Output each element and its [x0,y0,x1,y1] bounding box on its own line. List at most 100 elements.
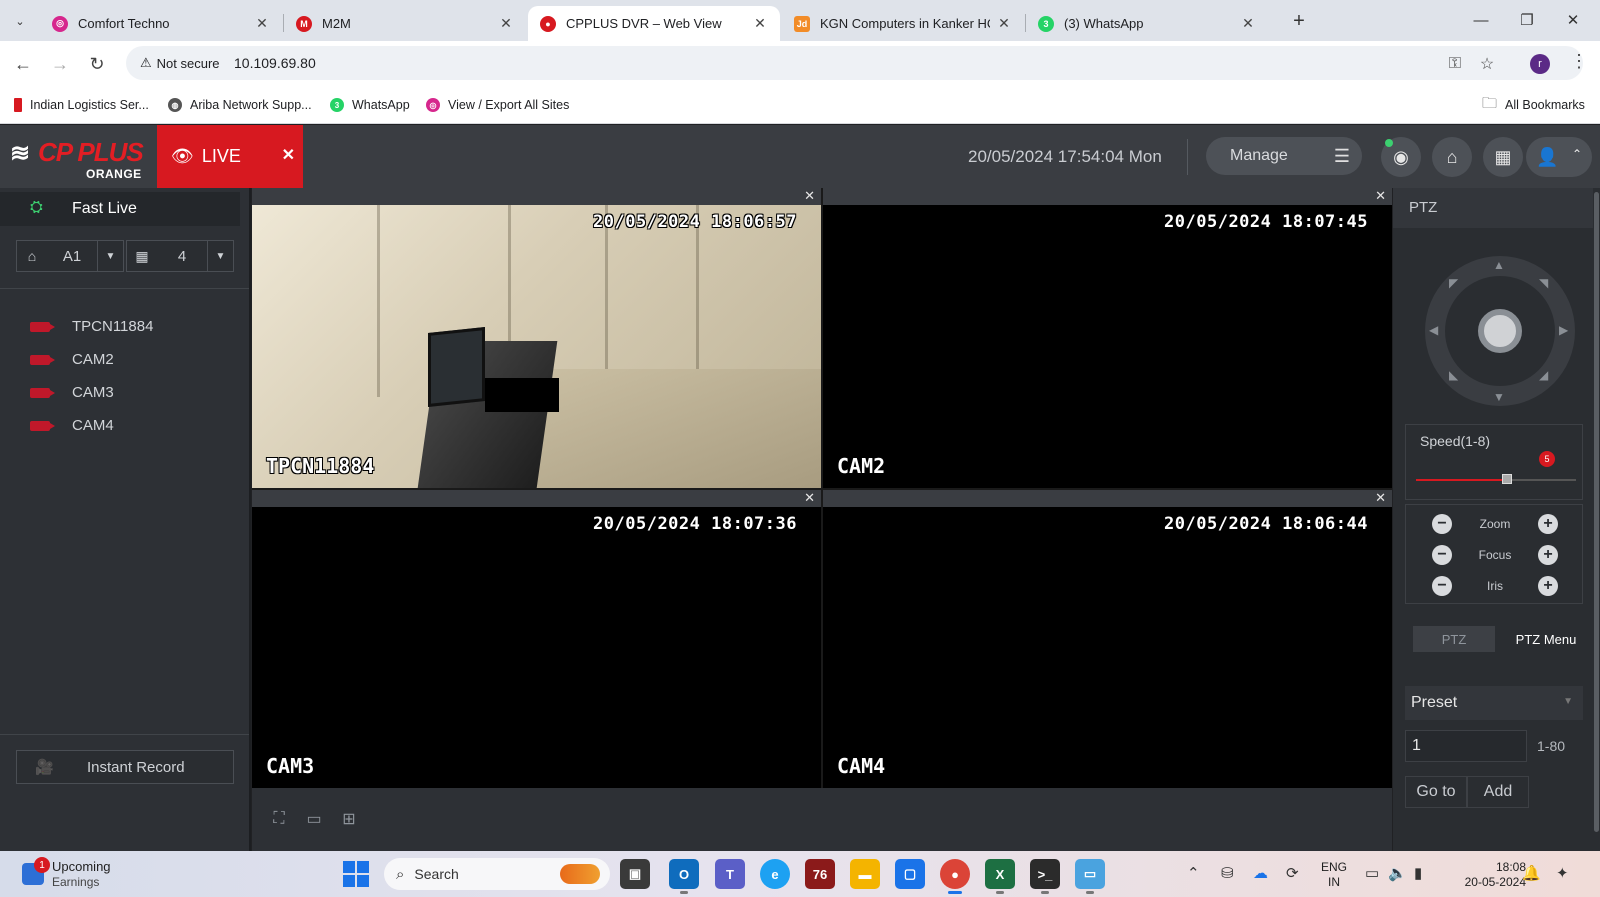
reload-button[interactable]: ↻ [84,51,110,77]
excel-icon[interactable]: X [985,859,1015,894]
video-cell-4[interactable]: ✕ 20/05/2024 18:06:44 CAM4 [823,490,1392,788]
tab-kgn-computers[interactable]: Jd KGN Computers in Kanker HO,K ✕ [782,6,1024,41]
widgets-button[interactable]: 1 Upcoming Earnings [22,857,162,891]
pan-left-icon[interactable]: ◀ [1429,323,1438,337]
chevron-down-icon[interactable]: ▼ [97,241,123,271]
bookmark-indian-logistics[interactable]: Indian Logistics Ser... [14,96,149,114]
tally-icon[interactable]: 76 [805,859,835,889]
minimize-button[interactable]: — [1458,6,1504,34]
preset-select[interactable]: Preset ▼ [1405,686,1583,720]
tab-whatsapp[interactable]: 3 (3) WhatsApp ✕ [1026,6,1268,41]
close-tab-icon[interactable]: ✕ [1240,15,1256,32]
goto-preset-button[interactable]: Go to [1405,776,1467,808]
all-bookmarks[interactable]: 🗀 All Bookmarks [1482,95,1585,114]
back-button[interactable]: ← [10,51,36,77]
volume-icon[interactable]: 🔈 [1388,864,1407,882]
bookmark-view-export[interactable]: ◎ View / Export All Sites [426,96,569,114]
device-item[interactable]: CAM3 [30,376,240,409]
browser-menu-icon[interactable]: ⋮ [1570,51,1588,72]
close-tab-icon[interactable]: ✕ [498,15,514,32]
new-tab-button[interactable]: + [1287,9,1311,33]
chevron-up-icon[interactable]: ⌃ [1187,864,1200,882]
tab-m2m[interactable]: M M2M ✕ [284,6,526,41]
monitor-icon[interactable]: ▭ [1365,864,1379,882]
profile-avatar[interactable]: r [1530,54,1550,74]
bookmark-star-icon[interactable]: ☆ [1476,53,1498,75]
single-view-icon[interactable]: ▭ [303,810,325,828]
home-button[interactable]: ⌂ [1432,137,1472,177]
bookmark-whatsapp[interactable]: 3 WhatsApp [330,96,410,114]
preset-number-input[interactable]: 1 [1405,730,1527,762]
pan-right-icon[interactable]: ▶ [1559,323,1568,337]
iris-plus-button[interactable]: + [1538,576,1558,596]
focus-plus-button[interactable]: + [1538,545,1558,565]
fast-live-header[interactable]: ⛭ Fast Live [0,192,240,226]
device-item[interactable]: CAM2 [30,343,240,376]
forward-button[interactable]: → [47,51,73,77]
device-item[interactable]: CAM4 [30,409,240,442]
device-item[interactable]: TPCN11884 [30,310,240,343]
copilot-icon[interactable]: ✦ [1556,864,1569,882]
battery-icon[interactable]: ▮ [1414,864,1422,882]
onedrive-icon[interactable]: ☁ [1253,864,1268,882]
add-preset-button[interactable]: Add [1467,776,1529,808]
live-tab[interactable]: 👁 LIVE ✕ [157,125,303,188]
instant-record-button[interactable]: 🎥 Instant Record [16,750,234,784]
close-cell-icon[interactable]: ✕ [1375,188,1386,204]
teams-icon[interactable]: T [715,859,745,889]
video-cell-3[interactable]: ✕ 20/05/2024 18:07:36 CAM3 [252,490,821,788]
task-view-icon[interactable]: ▣ [620,859,650,889]
pan-down-right-icon[interactable]: ◢ [1539,368,1548,382]
sync-icon[interactable]: ⟳ [1286,864,1299,882]
chevron-down-icon[interactable]: ▼ [207,241,233,271]
chrome-icon[interactable]: ● [940,859,970,894]
close-cell-icon[interactable]: ✕ [804,490,815,506]
close-tab-icon[interactable]: ✕ [752,15,768,32]
close-live-tab-icon[interactable]: ✕ [282,145,295,165]
password-key-icon[interactable]: ⚿ [1444,53,1466,75]
quad-view-icon[interactable]: ⊞ [338,810,360,828]
tab-ptz-menu[interactable]: PTZ Menu [1503,626,1589,652]
ptz-center-knob[interactable] [1478,309,1522,353]
file-explorer-icon[interactable]: ▬ [850,859,880,889]
security-chip[interactable]: ⚠ Not secure [132,50,228,76]
video-cell-2[interactable]: ✕ 20/05/2024 18:07:45 CAM2 [823,188,1392,488]
close-window-button[interactable]: ✕ [1550,6,1596,34]
omnibox[interactable]: ⚠ Not secure 10.109.69.80 ⚿ ☆ [126,46,1583,80]
speed-slider[interactable] [1416,474,1576,484]
taskbar-search[interactable]: ⌕ Search [384,858,610,890]
notification-bell-icon[interactable]: 🔔 [1522,864,1541,882]
stream-select[interactable]: ⌂ A1 ▼ [16,240,124,272]
bookmark-ariba[interactable]: ◍ Ariba Network Supp... [168,96,312,114]
pan-up-icon[interactable]: ▲ [1493,258,1505,272]
tab-cpplus-dvr[interactable]: ● CPPLUS DVR – Web View ✕ [528,6,780,41]
ptz-direction-pad[interactable]: ▲ ▼ ◀ ▶ ◤ ◥ ◣ ◢ [1425,256,1575,406]
pan-up-left-icon[interactable]: ◤ [1449,276,1458,290]
layout-select[interactable]: ▦ 4 ▼ [126,240,234,272]
tab-ptz[interactable]: PTZ [1413,626,1495,652]
close-tab-icon[interactable]: ✕ [254,15,270,32]
user-menu-button[interactable]: 👤 ⌃ [1526,137,1592,177]
speed-slider-thumb[interactable] [1502,474,1512,484]
tab-search-icon[interactable]: ⌄ [8,9,32,33]
outlook-icon[interactable]: O [669,859,699,894]
system-clock[interactable]: 18:08 20-05-2024 [1446,860,1526,890]
video-cell-1[interactable]: ✕ 20/05/2024 18:06:57 TPCN11884 [252,188,821,488]
zoom-in-button[interactable]: + [1538,514,1558,534]
restore-button[interactable]: ❐ [1504,6,1550,34]
close-cell-icon[interactable]: ✕ [1375,490,1386,506]
language-indicator[interactable]: ENG IN [1321,860,1347,890]
pan-down-icon[interactable]: ▼ [1493,390,1505,404]
pan-up-right-icon[interactable]: ◥ [1539,276,1548,290]
tab-comfort-techno[interactable]: ◎ Comfort Techno ✕ [40,6,282,41]
fullscreen-icon[interactable]: ⛶ [268,810,290,828]
network-drive-icon[interactable]: ⛁ [1221,864,1234,882]
ptz-scrollbar[interactable] [1593,188,1600,851]
edge-icon[interactable]: e [760,859,790,889]
close-tab-icon[interactable]: ✕ [996,15,1012,32]
terminal-icon[interactable]: >_ [1030,859,1060,894]
close-cell-icon[interactable]: ✕ [804,188,815,204]
iris-minus-button[interactable]: − [1432,576,1452,596]
focus-minus-button[interactable]: − [1432,545,1452,565]
store-icon[interactable]: ▢ [895,859,925,889]
